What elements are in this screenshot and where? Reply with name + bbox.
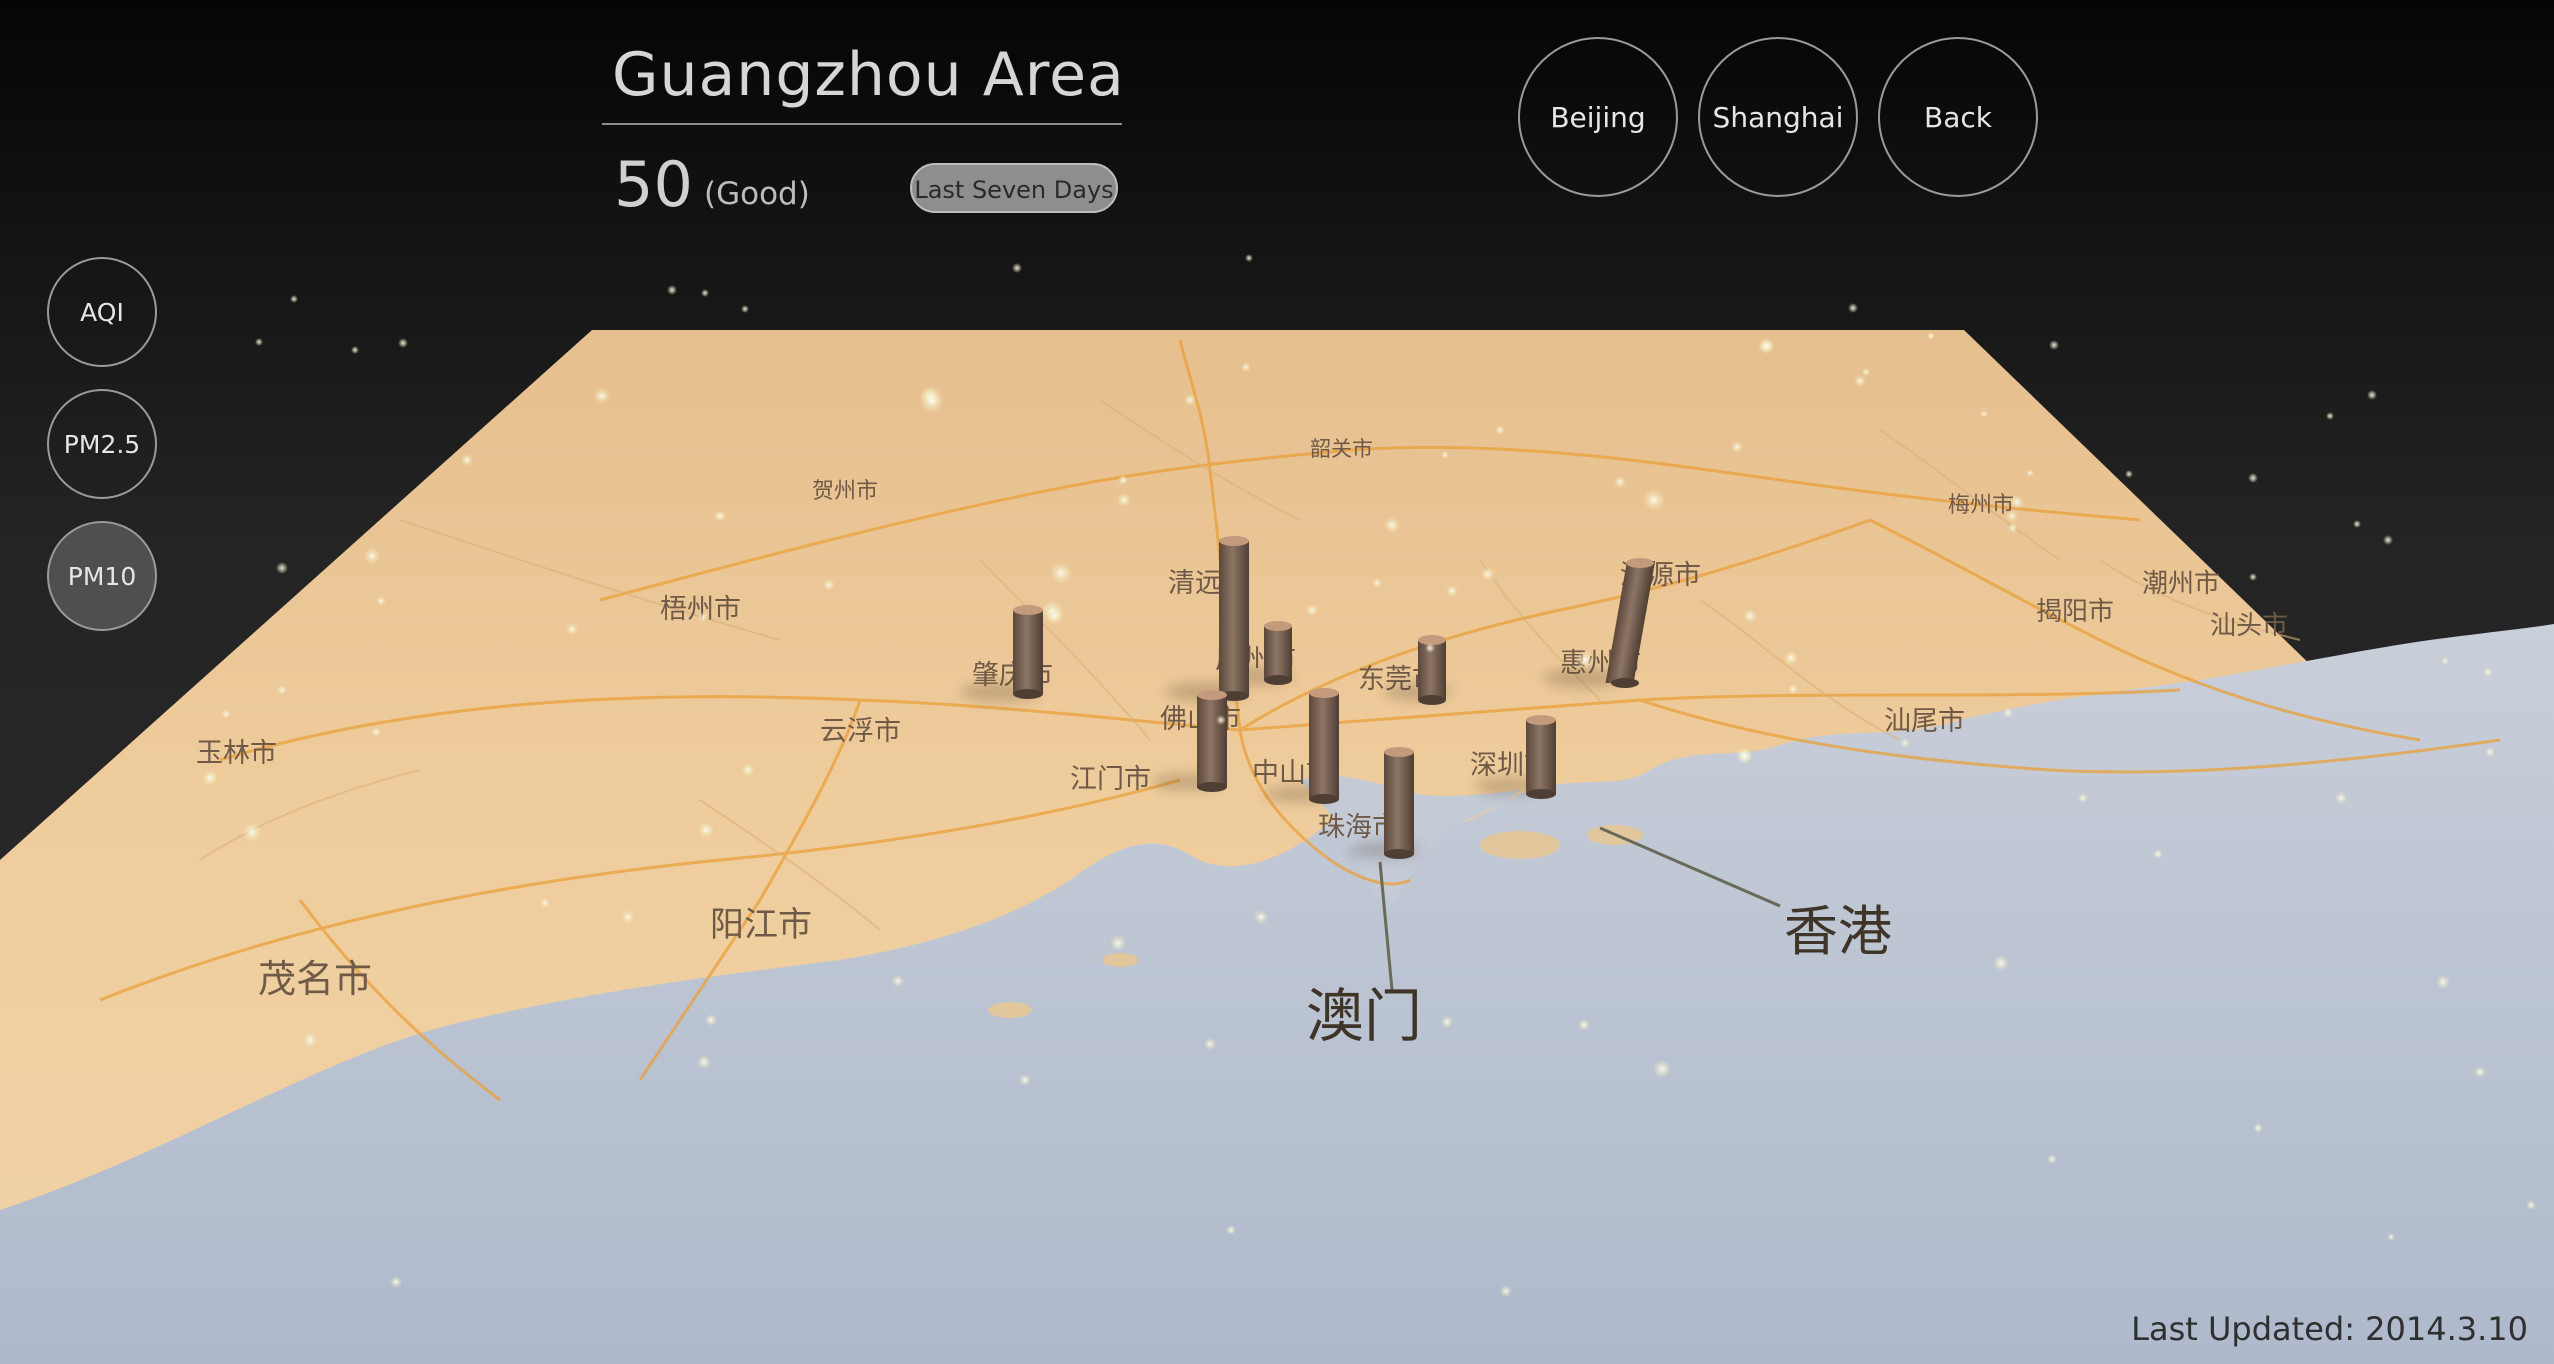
aqi-value: 50 [614,148,693,221]
pm10-button[interactable]: PM10 [47,521,157,631]
map-plane [0,330,2554,1364]
city-label: 江门市 [1070,764,1151,795]
city-label: 阳江市 [710,905,812,945]
pm25-button[interactable]: PM2.5 [47,389,157,499]
beijing-button[interactable]: Beijing [1518,37,1678,197]
page-title: Guangzhou Area [612,40,1125,110]
map-scene[interactable]: 清远市 广州市 东莞市 惠州市 河源市 佛山市 江门市 中山市 珠海市 深圳市 … [0,0,2554,1364]
city-label: 云浮市 [820,716,901,747]
back-button[interactable]: Back [1878,37,2038,197]
hongkong-label: 香港 [1784,900,1892,963]
city-label: 揭阳市 [2036,597,2114,627]
pillar-zhaoqing [1013,605,1043,699]
pillar-guangzhou [1264,621,1292,685]
city-label: 韶关市 [1310,437,1373,461]
aqi-status: (Good) [704,176,810,212]
pillar-zhongshan [1309,688,1339,804]
pillar-foshan [1197,690,1227,792]
city-label: 汕尾市 [1884,706,1965,737]
pillar-shenzhen [1526,715,1556,799]
macau-label: 澳门 [1306,982,1422,1050]
last-updated: Last Updated: 2014.3.10 [2131,1310,2528,1348]
city-label: 汕头市 [2210,611,2288,641]
pillar-qingyuan [1219,536,1249,701]
shanghai-button[interactable]: Shanghai [1698,37,1858,197]
city-label: 贺州市 [812,479,878,504]
aqi-button[interactable]: AQI [47,257,157,367]
pillar-zhuhai [1384,747,1414,859]
title-divider [602,123,1122,125]
city-label: 茂名市 [258,957,372,1001]
city-label: 潮州市 [2142,569,2220,599]
city-label: 梅州市 [1948,493,2014,518]
city-label: 玉林市 [196,738,277,769]
last-seven-days-button[interactable]: Last Seven Days [910,163,1118,213]
